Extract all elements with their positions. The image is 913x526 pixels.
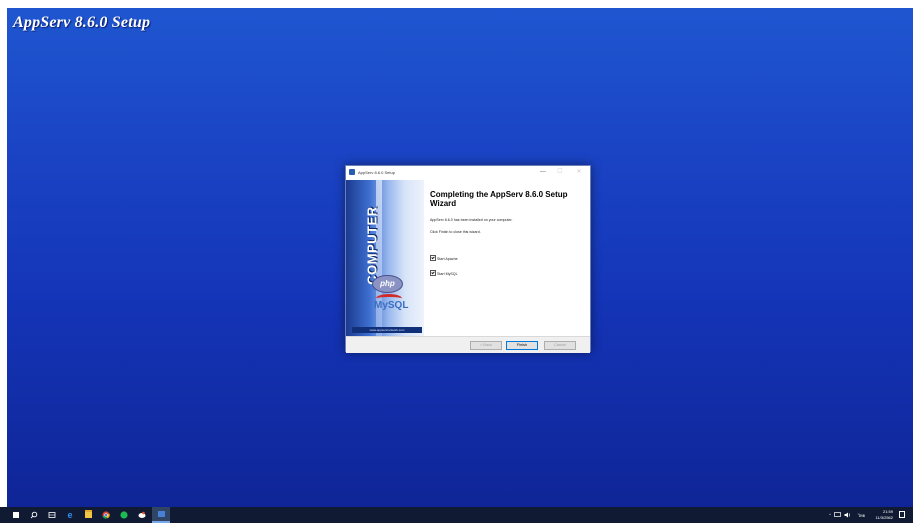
side-banner-image: COMPUTER php MySQL www.appservnetwork.co… — [346, 180, 424, 336]
notification-icon[interactable] — [899, 511, 905, 518]
desktop-background: AppServ 8.6.0 Setup AppServ 8.6.0 Setup … — [7, 8, 913, 507]
clock-time[interactable]: 21:59 — [869, 509, 893, 514]
setup-title: AppServ 8.6.0 Setup — [13, 14, 151, 31]
php-logo: php — [372, 275, 403, 293]
clock-date[interactable]: 11/3/2562 — [869, 515, 894, 520]
checkbox-checked-icon — [430, 255, 436, 262]
window-titlebar[interactable]: AppServ 8.6.0 Setup — ☐ ✕ — [346, 166, 590, 180]
back-button[interactable]: < Back — [470, 341, 502, 350]
banner-url: www.appservnetwork.com — [352, 327, 422, 333]
maximize-button[interactable]: ☐ — [553, 168, 567, 177]
button-bar: < Back Finish Cancel — [346, 336, 590, 353]
wizard-content: Completing the AppServ 8.6.0 Setup Wizar… — [430, 190, 588, 330]
mysql-logo: MySQL — [374, 300, 409, 311]
search-icon[interactable] — [26, 507, 42, 523]
start-mysql-checkbox[interactable]: Start MySQL — [430, 270, 458, 277]
appserv-window-icon — [349, 169, 355, 175]
close-button[interactable]: ✕ — [572, 168, 586, 177]
spotify-icon[interactable] — [116, 507, 132, 523]
start-button[interactable] — [8, 507, 24, 523]
minimize-button[interactable]: — — [536, 168, 550, 177]
start-mysql-label: Start MySQL — [437, 272, 458, 276]
task-view-icon[interactable] — [44, 507, 60, 523]
file-explorer-icon[interactable] — [80, 507, 96, 523]
finish-button[interactable]: Finish — [506, 341, 538, 350]
start-apache-checkbox[interactable]: Start Apache — [430, 255, 458, 262]
cancel-button[interactable]: Cancel — [544, 341, 576, 350]
installed-message: AppServ 8.6.0 has been installed on your… — [430, 218, 513, 222]
checkbox-checked-icon — [430, 270, 436, 277]
installer-window: AppServ 8.6.0 Setup — ☐ ✕ COMPUTER php M… — [345, 165, 591, 353]
volume-icon[interactable] — [844, 512, 851, 519]
start-apache-label: Start Apache — [437, 257, 458, 261]
windows-logo-icon — [13, 512, 19, 518]
app-icon[interactable] — [134, 507, 150, 523]
edge-icon[interactable]: e — [62, 507, 78, 523]
finish-instruction: Click Finish to close this wizard. — [430, 230, 481, 234]
taskbar: e ^ ไทย 21:59 11/3/2562 — [0, 507, 913, 523]
appserv-taskbar-icon[interactable] — [152, 507, 170, 523]
chrome-icon[interactable] — [98, 507, 114, 523]
network-icon[interactable] — [834, 512, 841, 519]
chevron-up-icon[interactable]: ^ — [829, 512, 831, 517]
language-indicator[interactable]: ไทย — [858, 512, 865, 519]
window-title: AppServ 8.6.0 Setup — [358, 170, 395, 175]
wizard-heading: Completing the AppServ 8.6.0 Setup Wizar… — [430, 190, 568, 208]
